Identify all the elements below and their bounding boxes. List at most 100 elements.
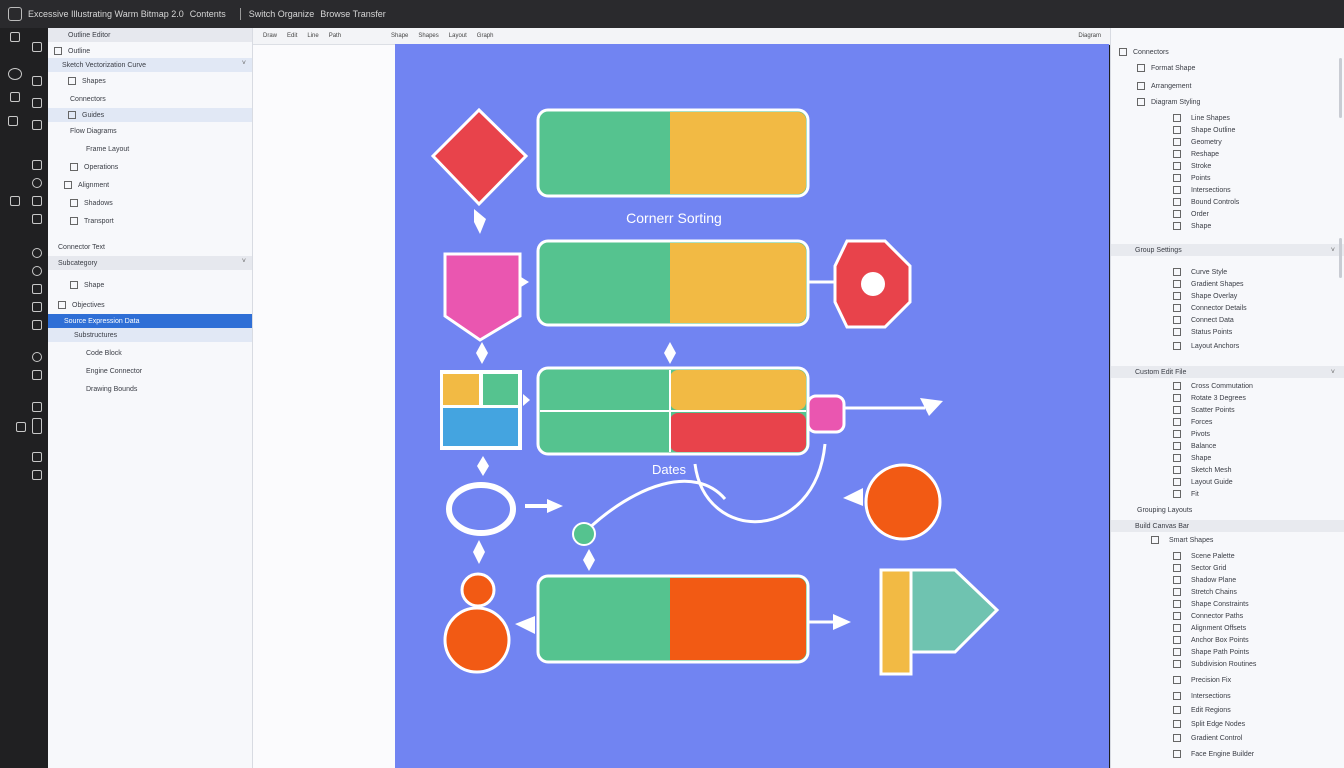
curve-connector[interactable] — [693, 443, 827, 524]
property-item[interactable]: Connector Paths — [1173, 610, 1344, 622]
comment-icon[interactable] — [16, 422, 26, 432]
zoom-icon[interactable] — [32, 352, 42, 362]
property-item[interactable]: Face Engine Builder — [1173, 748, 1344, 760]
green-node[interactable] — [572, 522, 596, 546]
arrow-connector[interactable] — [664, 342, 676, 364]
property-item[interactable]: Scene Palette — [1173, 550, 1344, 562]
quad-block[interactable] — [440, 370, 522, 450]
property-item[interactable]: Points — [1173, 172, 1344, 184]
property-item[interactable]: Anchor Box Points — [1173, 634, 1344, 646]
checkbox[interactable] — [1173, 442, 1181, 450]
section-header[interactable]: Group Settings ˅ — [1111, 244, 1344, 256]
property-item[interactable]: Intersections — [1173, 184, 1344, 196]
property-item[interactable]: Sketch Mesh — [1173, 464, 1344, 476]
property-item[interactable]: Subdivision Routines — [1173, 658, 1344, 670]
pen-icon[interactable] — [8, 116, 18, 126]
checkbox[interactable] — [1173, 454, 1181, 462]
pink-pentagon[interactable] — [443, 252, 522, 342]
outline-item[interactable]: Frame Layout — [48, 142, 252, 156]
arrow-connector[interactable] — [474, 209, 486, 234]
menu-switch[interactable]: Switch Organize — [249, 9, 315, 19]
checkbox[interactable] — [1173, 162, 1181, 170]
ellipse-icon[interactable] — [32, 178, 42, 188]
checkbox[interactable] — [1173, 490, 1181, 498]
arrow-connector[interactable] — [477, 456, 489, 476]
shape-icon[interactable] — [32, 120, 42, 130]
property-item[interactable]: Sector Grid — [1173, 562, 1344, 574]
text-icon[interactable] — [32, 160, 42, 170]
property-item[interactable]: Format Shape — [1137, 62, 1344, 74]
outline-item[interactable]: Drawing Bounds — [48, 382, 252, 396]
outline-item[interactable]: Shapes — [48, 74, 252, 88]
checkbox[interactable] — [1137, 82, 1145, 90]
property-item[interactable]: Precision Fix — [1173, 674, 1344, 686]
property-item[interactable]: Geometry — [1173, 136, 1344, 148]
checkbox[interactable] — [1173, 406, 1181, 414]
property-item[interactable]: Connect Data — [1173, 314, 1344, 326]
checkbox[interactable] — [1137, 98, 1145, 106]
property-item[interactable]: Shape Path Points — [1173, 646, 1344, 658]
eye-icon[interactable] — [8, 68, 22, 80]
property-item[interactable]: Reshape — [1173, 148, 1344, 160]
checkbox[interactable] — [1173, 588, 1181, 596]
checkbox[interactable] — [1173, 418, 1181, 426]
property-item[interactable]: Alignment Offsets — [1173, 622, 1344, 634]
tab-path[interactable]: Path — [329, 33, 341, 39]
outline-item[interactable]: Transport — [48, 214, 252, 228]
outline-item[interactable]: Alignment — [48, 178, 252, 192]
node-icon[interactable] — [32, 248, 42, 258]
tab-layout[interactable]: Layout — [449, 33, 467, 39]
menu-icon[interactable] — [10, 32, 20, 42]
outline-item[interactable]: Operations — [48, 160, 252, 174]
orange-node[interactable] — [443, 606, 511, 674]
checkbox[interactable] — [64, 181, 72, 189]
property-item[interactable]: Layout Guide — [1173, 476, 1344, 488]
checkbox[interactable] — [1173, 304, 1181, 312]
checkbox[interactable] — [1173, 478, 1181, 486]
outline-item[interactable]: Shadows — [48, 196, 252, 210]
checkbox[interactable] — [1173, 198, 1181, 206]
checkbox[interactable] — [1151, 536, 1159, 544]
outline-item[interactable]: Flow Diagrams — [48, 124, 252, 138]
output-tag-shape[interactable] — [879, 568, 1000, 676]
checkbox[interactable] — [1173, 174, 1181, 182]
property-item[interactable]: Pivots — [1173, 428, 1344, 440]
checkbox[interactable] — [1173, 576, 1181, 584]
orange-circle[interactable] — [864, 463, 942, 541]
property-item[interactable]: Layout Anchors — [1173, 340, 1344, 352]
outline-item-selected[interactable]: Source Expression Data — [48, 314, 252, 328]
outline-item[interactable]: Sketch Vectorization Curve ˅ — [48, 58, 252, 72]
menu-browse[interactable]: Browse Transfer — [320, 9, 386, 19]
checkbox[interactable] — [70, 163, 78, 171]
property-item[interactable]: Connector Details — [1173, 302, 1344, 314]
property-item[interactable]: Shape Constraints — [1173, 598, 1344, 610]
checkbox[interactable] — [58, 301, 66, 309]
checkbox[interactable] — [1173, 720, 1181, 728]
checkbox[interactable] — [1173, 394, 1181, 402]
section-header[interactable]: Custom Edit File ˅ — [1111, 366, 1344, 378]
checkbox[interactable] — [1173, 222, 1181, 230]
property-item[interactable]: Stroke — [1173, 160, 1344, 172]
scrollbar-thumb[interactable] — [1339, 238, 1342, 278]
outline-item[interactable]: Substructures — [48, 328, 252, 342]
group-header[interactable]: Smart Shapes — [1151, 534, 1344, 546]
checkbox[interactable] — [1173, 382, 1181, 390]
diamond-shape[interactable] — [430, 107, 529, 207]
zoom-label[interactable]: Diagram — [1078, 33, 1101, 39]
connector-icon[interactable] — [32, 284, 42, 294]
checkbox[interactable] — [1173, 150, 1181, 158]
frame-icon[interactable] — [32, 320, 42, 330]
rectangle-icon[interactable] — [32, 196, 42, 206]
page-icon[interactable] — [32, 42, 42, 52]
checkbox[interactable] — [1173, 612, 1181, 620]
outline-item[interactable]: Connector Text — [48, 240, 252, 254]
checkbox[interactable] — [1173, 676, 1181, 684]
property-item[interactable]: Shadow Plane — [1173, 574, 1344, 586]
property-item[interactable]: Status Points — [1173, 326, 1344, 338]
property-item[interactable]: Shape Outline — [1173, 124, 1344, 136]
small-orange-node[interactable] — [460, 572, 496, 608]
chevron-down-icon[interactable]: ˅ — [1331, 247, 1335, 254]
ring-shape[interactable] — [446, 482, 516, 536]
tab-graph[interactable]: Graph — [477, 33, 494, 39]
pink-node[interactable] — [806, 394, 846, 434]
